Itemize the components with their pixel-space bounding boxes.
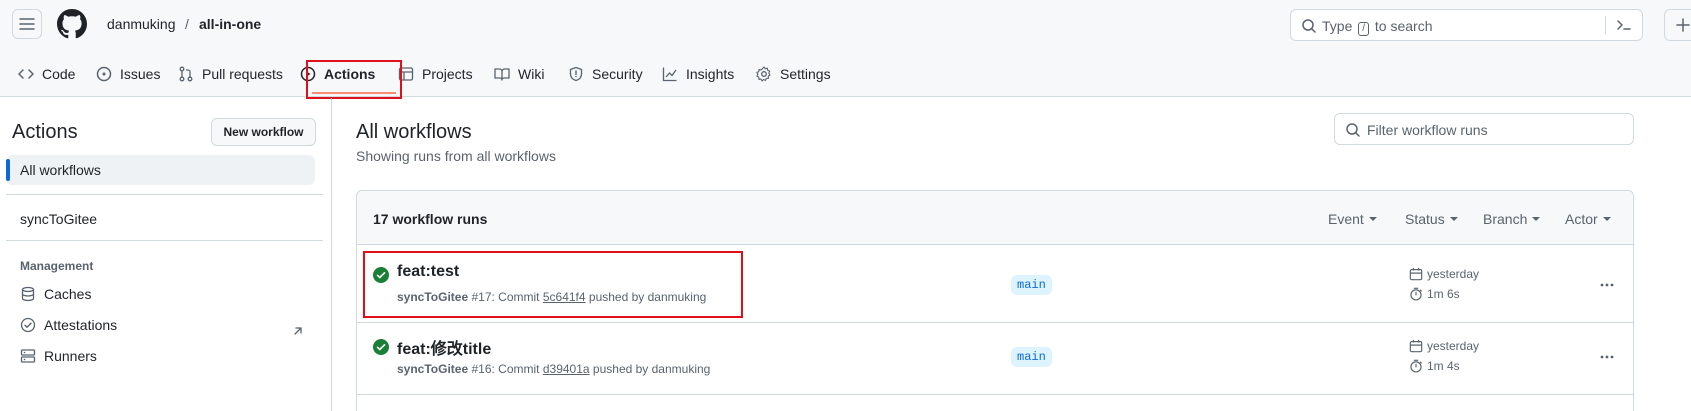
server-icon	[20, 349, 36, 363]
tab-actions-highlight	[306, 60, 402, 99]
tab-code[interactable]: Code	[18, 62, 75, 86]
graph-icon	[662, 67, 677, 82]
run-date: yesterday	[1409, 267, 1479, 281]
slash-key-hint: /	[1358, 22, 1370, 36]
hamburger-icon	[19, 18, 35, 30]
filter-workflow-runs-input[interactable]: Filter workflow runs	[1334, 113, 1634, 145]
runs-count: 17 workflow runs	[373, 211, 488, 227]
calendar-icon	[1409, 267, 1423, 281]
search-icon	[1302, 19, 1316, 33]
tab-pull-requests[interactable]: Pull requests	[178, 62, 283, 86]
plus-icon	[1676, 18, 1690, 32]
search-icon	[1346, 123, 1360, 137]
global-search-input[interactable]: Type / to search	[1290, 9, 1643, 41]
command-palette-icon[interactable]	[1616, 17, 1632, 33]
kebab-horizontal-icon	[1600, 355, 1614, 359]
book-icon	[494, 68, 510, 81]
run-options-button[interactable]	[1593, 343, 1621, 371]
tab-security[interactable]: Security	[568, 62, 643, 86]
create-new-button[interactable]	[1664, 9, 1691, 41]
gear-icon	[756, 66, 771, 82]
verified-icon	[20, 317, 36, 333]
event-filter-button[interactable]: Event	[1328, 211, 1377, 227]
sidebar-item-synctogitee[interactable]: syncToGitee	[20, 211, 97, 227]
kebab-horizontal-icon	[1600, 283, 1614, 287]
new-workflow-button[interactable]: New workflow	[211, 118, 316, 146]
search-divider	[1605, 16, 1606, 34]
sidebar-item-caches[interactable]: Caches	[20, 284, 91, 304]
sidebar-title: Actions	[12, 121, 78, 143]
run-duration: 1m 4s	[1409, 359, 1460, 373]
run-meta: syncToGitee #16: Commit d39401a pushed b…	[397, 362, 711, 376]
workflow-run-row[interactable]: feat:修改title syncToGitee #16: Commit d39…	[357, 317, 1633, 395]
caret-down-icon	[1449, 217, 1458, 221]
repo-nav: Code Issues Pull requests Actions Projec…	[0, 50, 1691, 97]
stopwatch-icon	[1410, 287, 1422, 301]
pull-request-icon	[179, 66, 193, 82]
runs-header: 17 workflow runs Event Status Branch Act…	[357, 191, 1633, 245]
run-duration: 1m 6s	[1409, 287, 1460, 301]
run-highlight	[363, 251, 743, 318]
branch-label[interactable]: main	[1011, 275, 1052, 295]
sidebar-item-runners[interactable]: Runners	[20, 346, 97, 366]
search-placeholder: Type / to search	[1322, 18, 1433, 36]
page-title: All workflows	[356, 121, 472, 143]
caret-down-icon	[1368, 217, 1377, 221]
run-date: yesterday	[1409, 339, 1479, 353]
branch-label[interactable]: main	[1011, 347, 1052, 367]
sidebar-item-all-workflows[interactable]: All workflows	[6, 155, 315, 185]
branch-filter-button[interactable]: Branch	[1483, 211, 1541, 227]
page-subtitle: Showing runs from all workflows	[356, 148, 556, 164]
sidebar-item-label: All workflows	[20, 162, 101, 178]
shield-icon	[569, 66, 583, 82]
run-options-button[interactable]	[1593, 271, 1621, 299]
code-icon	[18, 69, 34, 79]
sidebar-item-attestations[interactable]: Attestations	[20, 315, 117, 335]
breadcrumb-repo[interactable]: all-in-one	[199, 16, 261, 32]
actor-filter-button[interactable]: Actor	[1565, 211, 1611, 227]
tab-projects[interactable]: Projects	[398, 62, 473, 86]
run-title[interactable]: feat:修改title	[397, 335, 491, 359]
caret-down-icon	[1602, 217, 1611, 221]
caret-down-icon	[1532, 217, 1541, 221]
management-heading: Management	[20, 259, 94, 273]
database-icon	[21, 286, 35, 302]
filter-placeholder: Filter workflow runs	[1367, 122, 1488, 138]
stopwatch-icon	[1410, 359, 1422, 373]
sidebar-divider	[6, 194, 323, 195]
calendar-icon	[1409, 339, 1423, 353]
breadcrumb-separator: /	[185, 16, 189, 32]
commit-sha-link[interactable]: d39401a	[543, 362, 590, 376]
tab-insights[interactable]: Insights	[662, 62, 734, 86]
tab-settings[interactable]: Settings	[756, 62, 831, 86]
tab-issues[interactable]: Issues	[96, 62, 160, 86]
global-header: danmuking / all-in-one Type / to search	[0, 0, 1691, 50]
selected-indicator	[6, 159, 10, 181]
external-link-icon[interactable]	[292, 325, 304, 337]
github-logo-icon[interactable]	[57, 9, 87, 39]
breadcrumb-owner[interactable]: danmuking	[107, 16, 176, 32]
status-filter-button[interactable]: Status	[1405, 211, 1458, 227]
actions-sidebar: Actions New workflow All workflows syncT…	[0, 98, 332, 411]
sidebar-divider	[6, 240, 323, 241]
tab-wiki[interactable]: Wiki	[494, 62, 544, 86]
issue-icon	[96, 66, 112, 82]
success-check-icon	[373, 339, 389, 355]
menu-button[interactable]	[12, 9, 42, 39]
